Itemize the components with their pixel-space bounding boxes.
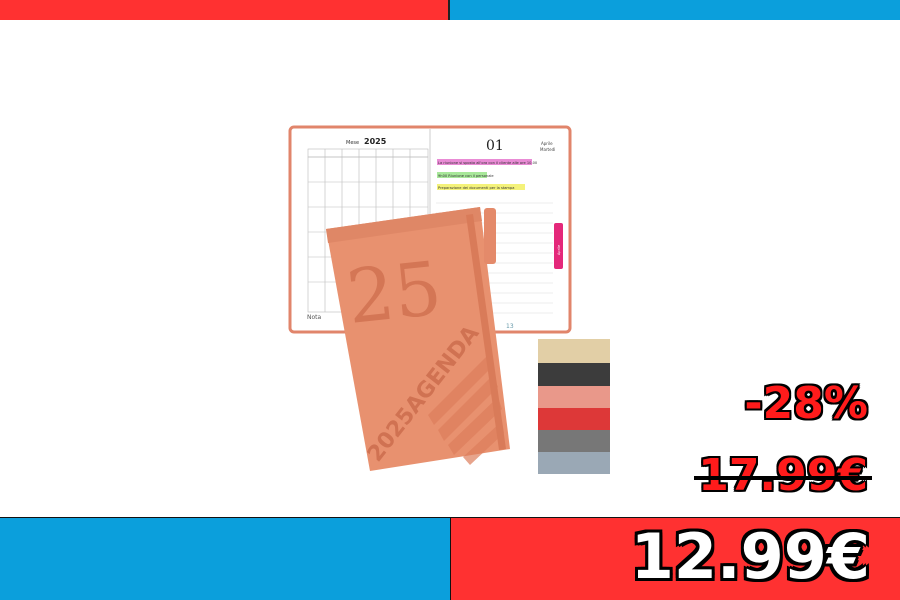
color-variants-stack bbox=[538, 339, 610, 474]
planner-year: 2025 bbox=[364, 137, 387, 146]
discount-badge: -28% bbox=[744, 378, 868, 429]
planner-month-name: Aprile bbox=[541, 141, 553, 146]
planner-page-number: 13 bbox=[506, 323, 514, 330]
planner-day: 01 bbox=[486, 138, 504, 154]
planner-note-2: 9h00 Riunione con il personale bbox=[438, 174, 494, 178]
planner-tab-label: Aprile bbox=[557, 245, 561, 255]
new-price: 12.99€ bbox=[630, 520, 870, 593]
top-red-bar bbox=[0, 0, 449, 20]
bottom-blue-bar bbox=[0, 517, 451, 600]
planner-note-label: Nota bbox=[307, 314, 322, 321]
cover-year-number: 25 bbox=[343, 246, 446, 341]
planner-month-label: Mese bbox=[346, 140, 359, 146]
agenda-cover: 25 2025AGENDA bbox=[326, 207, 510, 471]
top-blue-bar bbox=[449, 0, 900, 20]
planner-weekday: Martedì bbox=[540, 147, 555, 152]
agenda-product-image: Mese 2025 Nota 01 Aprile Martedì La riun… bbox=[288, 125, 610, 474]
planner-note-3: Preparazione dei documenti per la stampa bbox=[438, 186, 514, 190]
old-price-strikethrough bbox=[694, 476, 872, 480]
planner-note-1: La riunione si sposta all'ora con il cli… bbox=[438, 161, 538, 165]
